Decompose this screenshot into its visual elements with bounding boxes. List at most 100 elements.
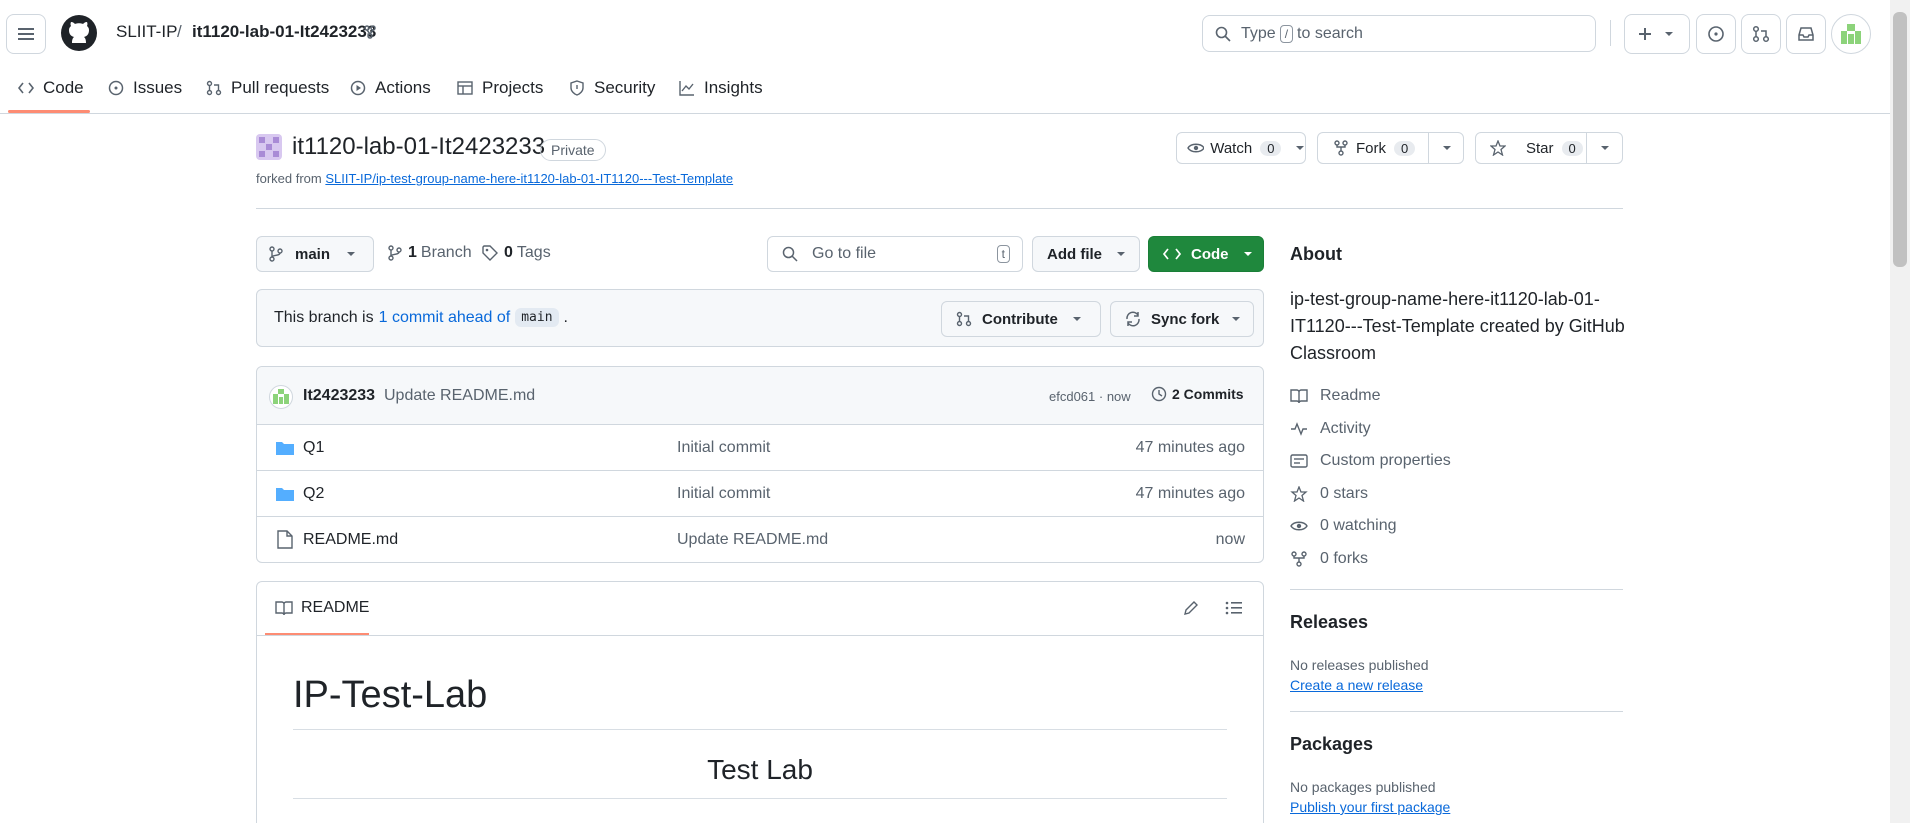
branches-label: Branch: [420, 244, 472, 261]
repo-title[interactable]: it1120-lab-01-It2423233: [292, 133, 545, 161]
tab-security-label: Security: [594, 78, 656, 97]
about-forks-link[interactable]: 0 forks: [1290, 550, 1368, 568]
commits-label: 2 Commits: [1172, 386, 1244, 402]
file-name[interactable]: Q2: [303, 485, 324, 503]
go-to-file-input[interactable]: Go to file t: [767, 236, 1023, 272]
search-icon: [782, 246, 798, 262]
about-readme-link[interactable]: Readme: [1290, 387, 1380, 405]
hamburger-menu-button[interactable]: [6, 14, 46, 54]
branch-selector[interactable]: main: [256, 236, 374, 272]
commit-message[interactable]: Update README.md: [384, 387, 535, 405]
tab-code[interactable]: Code: [18, 70, 84, 106]
star-button[interactable]: Star 0: [1475, 132, 1623, 164]
user-avatar[interactable]: [1831, 14, 1871, 54]
contribute-button[interactable]: Contribute: [941, 301, 1101, 337]
github-logo-icon[interactable]: [60, 14, 98, 52]
file-commit-message[interactable]: Update README.md: [677, 531, 828, 549]
about-watching-label: 0 watching: [1320, 517, 1397, 534]
issues-button[interactable]: [1696, 14, 1736, 54]
file-row[interactable]: README.md Update README.md now: [257, 516, 1263, 562]
file-name[interactable]: README.md: [303, 531, 398, 549]
packages-heading[interactable]: Packages: [1290, 734, 1373, 755]
packages-empty-text: No packages published: [1290, 779, 1436, 795]
releases-heading[interactable]: Releases: [1290, 612, 1368, 633]
tab-issues-label: Issues: [133, 78, 183, 97]
readme-tab[interactable]: README: [275, 599, 369, 617]
commit-author[interactable]: It2423233: [303, 387, 375, 405]
ahead-link[interactable]: 1 commit ahead of: [379, 309, 511, 327]
forked-from-link[interactable]: SLIIT-IP/ip-test-group-name-here-it1120-…: [325, 171, 733, 186]
tab-projects[interactable]: Projects: [457, 70, 543, 106]
tags-count: 0: [504, 244, 513, 261]
ahead-branch: main: [515, 308, 559, 327]
latest-commit-bar: It2423233 Update README.md efcd061 · now…: [257, 367, 1263, 425]
breadcrumb-org[interactable]: SLIIT-IP: [116, 22, 177, 42]
breadcrumb-separator: /: [177, 22, 182, 41]
tab-actions[interactable]: Actions: [350, 70, 431, 106]
commit-author-avatar[interactable]: [269, 385, 293, 409]
about-stars-link[interactable]: 0 stars: [1290, 485, 1368, 503]
file-commit-message[interactable]: Initial commit: [677, 485, 770, 503]
search-icon: [1215, 26, 1231, 42]
about-readme-label: Readme: [1320, 387, 1381, 404]
about-stars-label: 0 stars: [1320, 485, 1369, 502]
about-forks-label: 0 forks: [1320, 550, 1369, 567]
visibility-badge: Private: [540, 139, 606, 161]
pull-request-icon: [1752, 25, 1770, 43]
tab-insights[interactable]: Insights: [679, 70, 763, 106]
create-new-button[interactable]: [1624, 14, 1690, 54]
eye-icon: [1187, 143, 1205, 153]
about-activity-link[interactable]: Activity: [1290, 420, 1371, 438]
menu-icon: [18, 28, 34, 40]
folder-icon: [276, 488, 294, 501]
about-custom-properties-link[interactable]: Custom properties: [1290, 452, 1451, 470]
tags-link[interactable]: 0 Tags: [482, 244, 551, 262]
tab-actions-label: Actions: [375, 78, 431, 97]
readme-heading-1: IP-Test-Lab: [293, 674, 488, 716]
file-time: now: [1215, 530, 1245, 548]
commits-link[interactable]: 2 Commits: [1151, 386, 1244, 402]
tab-code-label: Code: [43, 78, 84, 97]
branch-icon: [388, 245, 402, 261]
commit-hash-time[interactable]: efcd061 · now: [1049, 389, 1131, 404]
file-commit-message[interactable]: Initial commit: [677, 439, 770, 457]
chevron-down-icon: [1443, 146, 1451, 150]
about-watching-link[interactable]: 0 watching: [1290, 517, 1397, 535]
tab-issues[interactable]: Issues: [108, 70, 182, 106]
watch-button[interactable]: Watch 0: [1176, 132, 1306, 164]
fork-icon: [364, 25, 376, 39]
file-row[interactable]: Q1 Initial commit 47 minutes ago: [257, 424, 1263, 470]
fork-button[interactable]: Fork 0: [1317, 132, 1464, 164]
plus-icon: [1639, 28, 1673, 40]
readme-tab-label: README: [301, 599, 370, 616]
file-name[interactable]: Q1: [303, 439, 324, 457]
publish-package-link[interactable]: Publish your first package: [1290, 799, 1450, 815]
tab-security[interactable]: Security: [569, 70, 655, 106]
breadcrumb-repo[interactable]: it1120-lab-01-It2423233: [192, 22, 376, 42]
forked-from: forked from SLIIT-IP/ip-test-group-name-…: [256, 171, 733, 186]
scrollbar-thumb[interactable]: [1893, 12, 1907, 267]
code-button[interactable]: Code: [1148, 236, 1264, 272]
star-icon: [1490, 140, 1506, 156]
branches-link[interactable]: 1 Branch: [388, 244, 472, 262]
tab-pull-requests[interactable]: Pull requests: [206, 70, 329, 106]
contribute-label: Contribute: [982, 310, 1058, 328]
pull-requests-button[interactable]: [1741, 14, 1781, 54]
pencil-icon[interactable]: [1183, 600, 1199, 616]
branches-count: 1: [408, 244, 417, 261]
avatar-identicon-icon: [273, 389, 289, 404]
list-icon[interactable]: [1225, 601, 1243, 615]
sync-fork-label: Sync fork: [1151, 310, 1220, 328]
branch-name: main: [295, 245, 331, 263]
inbox-button[interactable]: [1786, 14, 1826, 54]
chevron-down-icon: [1296, 146, 1305, 150]
fork-icon: [1334, 140, 1348, 156]
graph-icon: [679, 81, 694, 96]
book-icon: [275, 601, 293, 616]
sync-fork-button[interactable]: Sync fork: [1110, 301, 1254, 337]
add-file-button[interactable]: Add file: [1032, 236, 1140, 272]
file-row[interactable]: Q2 Initial commit 47 minutes ago: [257, 470, 1263, 516]
search-input[interactable]: Type / to search: [1202, 15, 1596, 52]
fork-count: 0: [1394, 140, 1416, 156]
create-release-link[interactable]: Create a new release: [1290, 677, 1423, 693]
